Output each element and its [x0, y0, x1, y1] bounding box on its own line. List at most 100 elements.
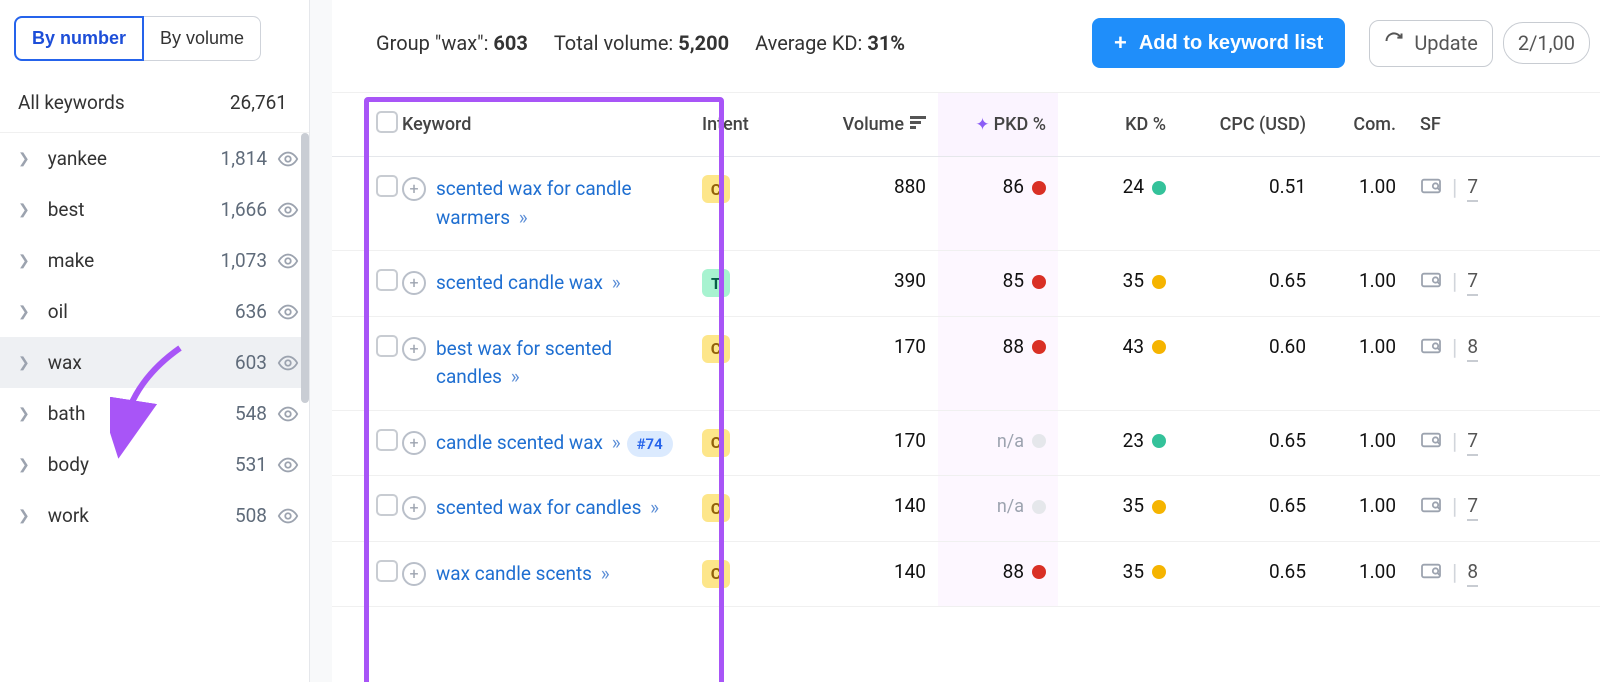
group-count: 531	[235, 453, 267, 476]
pkd-cell: n/a	[938, 476, 1058, 542]
chevrons-right-icon: »	[601, 562, 608, 585]
toggle-by-volume[interactable]: By volume	[144, 16, 261, 61]
eye-icon[interactable]	[277, 403, 299, 425]
sidebar-item-body[interactable]: ❯ body531	[0, 439, 309, 490]
row-checkbox[interactable]	[376, 335, 398, 357]
sidebar-item-work[interactable]: ❯work508	[0, 490, 309, 541]
col-intent[interactable]: Intent	[690, 93, 768, 157]
expand-icon[interactable]: +	[402, 271, 426, 295]
chevrons-right-icon: »	[650, 496, 657, 519]
sidebar-item-oil[interactable]: ❯ oil636	[0, 286, 309, 337]
keyword-link[interactable]: scented wax for candle warmers »	[436, 175, 678, 232]
update-button[interactable]: Update	[1369, 20, 1493, 67]
cpc-cell: 0.60	[1178, 316, 1318, 410]
chevron-right-icon: ❯	[18, 406, 30, 422]
sf-cell[interactable]: |7	[1420, 429, 1588, 456]
com-cell: 1.00	[1318, 251, 1408, 317]
col-sf[interactable]: SF	[1408, 93, 1600, 157]
chevron-right-icon: ❯	[18, 304, 30, 320]
com-cell: 1.00	[1318, 316, 1408, 410]
sf-cell[interactable]: |8	[1420, 335, 1588, 362]
col-kd[interactable]: KD %	[1058, 93, 1178, 157]
group-count: 636	[235, 300, 267, 323]
row-checkbox[interactable]	[376, 560, 398, 582]
group-count: 508	[235, 504, 267, 527]
chevron-right-icon: ❯	[18, 508, 30, 524]
expand-icon[interactable]: +	[402, 431, 426, 455]
sf-cell[interactable]: |8	[1420, 560, 1588, 587]
chevron-right-icon: ❯	[18, 253, 30, 269]
group-name: make	[48, 249, 221, 272]
cpc-cell: 0.65	[1178, 251, 1318, 317]
sf-cell[interactable]: |7	[1420, 269, 1588, 296]
expand-icon[interactable]: +	[402, 337, 426, 361]
group-count: 1,073	[221, 249, 267, 272]
eye-icon[interactable]	[277, 454, 299, 476]
kd-cell: 35	[1058, 476, 1178, 542]
expand-icon[interactable]: +	[402, 177, 426, 201]
keyword-link[interactable]: best wax for scented candles »	[436, 335, 678, 392]
chevron-right-icon: ❯	[18, 457, 30, 473]
row-checkbox[interactable]	[376, 429, 398, 451]
sort-toggle-group: By number By volume	[0, 0, 309, 73]
intent-badge: C	[702, 494, 730, 522]
expand-icon[interactable]: +	[402, 562, 426, 586]
sidebar-item-best[interactable]: ❯best1,666	[0, 184, 309, 235]
topbar: Group "wax": 603 Total volume: 5,200 Ave…	[332, 0, 1600, 93]
sidebar-item-make[interactable]: ❯ make1,073	[0, 235, 309, 286]
eye-icon[interactable]	[277, 250, 299, 272]
intent-badge: C	[702, 175, 730, 203]
keyword-link[interactable]: scented candle wax »	[436, 269, 619, 298]
update-count-pill: 2/1,00	[1503, 22, 1590, 64]
row-checkbox[interactable]	[376, 494, 398, 516]
serp-icon	[1420, 177, 1442, 200]
kd-cell: 24	[1058, 157, 1178, 251]
eye-icon[interactable]	[277, 148, 299, 170]
expand-icon[interactable]: +	[402, 496, 426, 520]
intent-badge: C	[702, 335, 730, 363]
keyword-link[interactable]: wax candle scents »	[436, 560, 608, 589]
sidebar-item-yankee[interactable]: ❯yankee1,814	[0, 133, 309, 184]
col-com[interactable]: Com.	[1318, 93, 1408, 157]
sidebar-item-wax[interactable]: ❯wax603	[0, 337, 309, 388]
group-name: wax	[48, 351, 235, 374]
toggle-by-number[interactable]: By number	[14, 16, 144, 61]
intent-badge: C	[702, 560, 730, 588]
col-keyword[interactable]: Keyword	[390, 93, 690, 157]
keyword-link[interactable]: scented wax for candles »	[436, 494, 657, 523]
group-count: 548	[235, 402, 267, 425]
refresh-icon	[1384, 31, 1404, 56]
serp-icon	[1420, 562, 1442, 585]
group-name: oil	[48, 300, 235, 323]
group-name: body	[48, 453, 235, 476]
select-all-checkbox[interactable]	[376, 111, 398, 133]
com-cell: 1.00	[1318, 541, 1408, 607]
add-to-keyword-list-button[interactable]: + Add to keyword list	[1092, 18, 1345, 68]
sidebar-item-bath[interactable]: ❯ bath548	[0, 388, 309, 439]
row-checkbox[interactable]	[376, 269, 398, 291]
eye-icon[interactable]	[277, 301, 299, 323]
kd-cell: 43	[1058, 316, 1178, 410]
col-volume[interactable]: Volume	[768, 93, 938, 157]
volume-cell: 170	[768, 410, 938, 476]
group-name: bath	[48, 402, 235, 425]
all-keywords-row[interactable]: All keywords 26,761	[0, 73, 309, 133]
pkd-cell: 85	[938, 251, 1058, 317]
eye-icon[interactable]	[277, 352, 299, 374]
sidebar-scrollbar[interactable]	[301, 133, 309, 403]
eye-icon[interactable]	[277, 505, 299, 527]
chevron-right-icon: ❯	[18, 151, 30, 167]
row-checkbox[interactable]	[376, 175, 398, 197]
sf-cell[interactable]: |7	[1420, 175, 1588, 202]
eye-icon[interactable]	[277, 199, 299, 221]
volume-cell: 140	[768, 541, 938, 607]
col-pkd[interactable]: ✦PKD %	[938, 93, 1058, 157]
serp-icon	[1420, 337, 1442, 360]
kd-cell: 35	[1058, 251, 1178, 317]
table-row: +best wax for scented candles »C17088430…	[332, 316, 1600, 410]
intent-badge: C	[702, 429, 730, 457]
sf-cell[interactable]: |7	[1420, 494, 1588, 521]
com-cell: 1.00	[1318, 410, 1408, 476]
col-cpc[interactable]: CPC (USD)	[1178, 93, 1318, 157]
keyword-link[interactable]: candle scented wax »#74	[436, 429, 673, 458]
